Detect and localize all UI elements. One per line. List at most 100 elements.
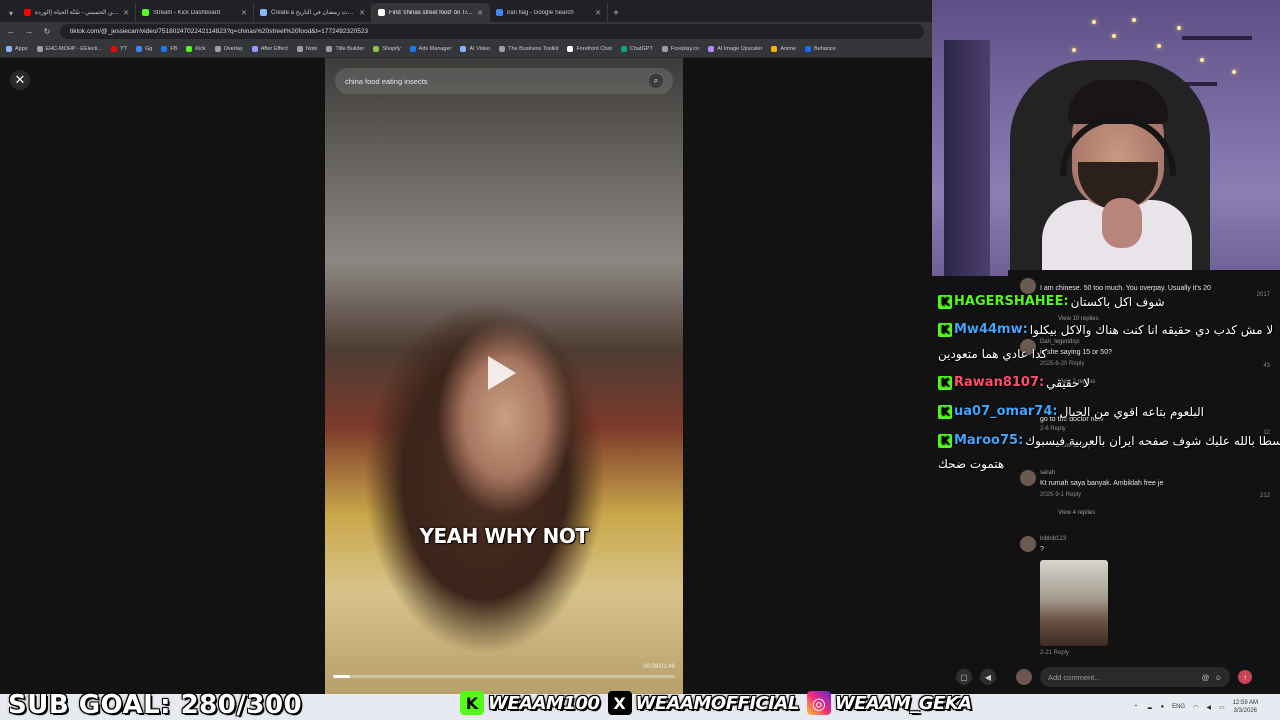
- chat-text-continued: هتموت ضحك: [938, 457, 1005, 471]
- bookmark-ai-upscaler[interactable]: AI Image Upscaler: [708, 46, 762, 52]
- bookmark-label: Anime: [780, 46, 797, 52]
- video-timecode: 00:06/01:49: [643, 664, 675, 670]
- page-icon: [326, 46, 333, 52]
- kick-icon: [186, 46, 193, 52]
- bookmark-label: Forefront Chat: [576, 46, 612, 52]
- forward-icon[interactable]: →: [24, 27, 34, 36]
- screen: ▾ حسين الحسيني - سُنّة الحياة (الوردة...…: [0, 0, 1280, 720]
- bookmark-label: Title Builder: [335, 46, 365, 52]
- address-bar: ← → ↻ tiktok.com/@_jessiecarr/video/7518…: [0, 22, 932, 41]
- close-icon[interactable]: ✕: [359, 9, 365, 17]
- tab-tiktok[interactable]: Find 'chinas street food' on TikTok ✕: [372, 3, 490, 22]
- new-tab-button[interactable]: +: [608, 4, 624, 22]
- close-icon[interactable]: ✕: [123, 9, 129, 17]
- tiktok-page: ✕ china food eating insects ⌕ YEAH WHY N…: [0, 58, 932, 694]
- search-icon[interactable]: ⌕: [649, 74, 663, 88]
- bookmark-overlay[interactable]: Overlay: [214, 46, 243, 52]
- play-icon[interactable]: [488, 356, 516, 390]
- comment-input[interactable]: Add comment... @ ☺: [1040, 667, 1230, 687]
- view-replies[interactable]: View 4 replies: [1058, 510, 1095, 516]
- bookmark-note[interactable]: Note: [296, 46, 317, 52]
- tab-title: Create a ثلاث ثلاثات رمضان في التاريخ: [271, 10, 356, 16]
- google-icon: [496, 9, 503, 16]
- page-icon: [214, 46, 221, 52]
- tab-google-search[interactable]: iran flag - Google Search ✕: [490, 3, 608, 22]
- bookmark-label: After Effect: [260, 46, 288, 52]
- chatgpt-icon: [620, 46, 627, 52]
- fairy-light: [1177, 26, 1181, 30]
- page-icon: [260, 9, 267, 16]
- video-progress-bar[interactable]: [333, 675, 675, 678]
- bookmark-shopify[interactable]: Shopify: [373, 46, 401, 52]
- bookmark-ads-manager[interactable]: Ads Manager: [409, 46, 452, 52]
- streamer: [1042, 80, 1192, 276]
- kick-badge-icon: K: [938, 404, 952, 419]
- bookmark-title-builder[interactable]: Title Builder: [326, 46, 364, 52]
- battery-icon[interactable]: ▭: [1219, 704, 1225, 711]
- close-icon[interactable]: ✕: [595, 9, 601, 17]
- kick-badge-icon: K: [938, 322, 952, 337]
- fairy-light: [1092, 20, 1096, 24]
- clock[interactable]: 12:59 AM 3/3/2026: [1233, 699, 1258, 715]
- bookmark-fb[interactable]: FB: [161, 46, 177, 52]
- comment-meta[interactable]: 2025-9-1 Reply: [1040, 492, 1081, 498]
- mention-icon[interactable]: @: [1202, 673, 1210, 682]
- bookmark-after-effect[interactable]: After Effect: [251, 46, 288, 52]
- save-icon[interactable]: ▢: [956, 669, 972, 685]
- emoji-icon[interactable]: ☺: [1214, 673, 1222, 682]
- reload-icon[interactable]: ↻: [42, 27, 52, 36]
- cloud-icon[interactable]: ☁: [1146, 704, 1152, 711]
- mic-icon[interactable]: ●: [1160, 704, 1164, 710]
- comment-user[interactable]: loblob123: [1040, 536, 1066, 542]
- bookmark-label: Ads Manager: [418, 46, 452, 52]
- bookmark-label: Overlay: [223, 46, 243, 52]
- bookmark-kick[interactable]: Kick: [186, 46, 206, 52]
- tiktok-icon: [378, 9, 385, 16]
- close-icon[interactable]: ✕: [241, 9, 247, 17]
- bookmark-anime[interactable]: Anime: [771, 46, 796, 52]
- tab-youtube[interactable]: حسين الحسيني - سُنّة الحياة (الوردة... ✕: [18, 3, 136, 22]
- chevron-up-icon[interactable]: ⌃: [1133, 704, 1138, 711]
- instagram-handle: WEAAM_GEKA: [834, 692, 972, 714]
- language-indicator[interactable]: ENG: [1172, 704, 1185, 710]
- back-icon[interactable]: ←: [6, 27, 16, 36]
- streamer-hand: [1102, 198, 1142, 248]
- chat-message: K Maroo75: يسطا بالله عليك شوف صفحه ايرا…: [938, 433, 1280, 448]
- tab-create[interactable]: Create a ثلاث ثلاثات رمضان في التاريخ ✕: [254, 3, 372, 22]
- video-player[interactable]: china food eating insects ⌕ YEAH WHY NOT…: [325, 58, 683, 694]
- bookmark-chatgpt[interactable]: ChatGPT: [620, 46, 653, 52]
- bookmark-label: Foreplay.co: [670, 46, 700, 52]
- avatar[interactable]: [1020, 536, 1036, 552]
- post-comment-button[interactable]: ↑: [1238, 670, 1252, 684]
- close-video-button[interactable]: ✕: [10, 70, 30, 90]
- bookmark-business-toolkit[interactable]: The Business Toolkit: [499, 46, 558, 52]
- volume-icon[interactable]: ◀: [980, 669, 996, 685]
- wifi-icon[interactable]: ◠: [1193, 704, 1198, 711]
- bookmark-ai-video[interactable]: AI Video: [460, 46, 490, 52]
- video-search-bar[interactable]: china food eating insects ⌕: [335, 68, 673, 94]
- volume-icon[interactable]: ◀: [1206, 704, 1211, 711]
- comment-image[interactable]: [1040, 560, 1108, 646]
- tab-kick-dashboard[interactable]: Stream - Kick Dashboard ✕: [136, 3, 254, 22]
- after-effects-icon: [251, 46, 258, 52]
- bookmark-foreplay[interactable]: Foreplay.co: [661, 46, 700, 52]
- url-field[interactable]: tiktok.com/@_jessiecarr/video/7518024702…: [60, 24, 924, 39]
- bookmark-label: The Business Toolkit: [508, 46, 559, 52]
- close-icon[interactable]: ✕: [477, 9, 483, 17]
- page-icon: [771, 46, 778, 52]
- bookmark-label: Kick: [195, 46, 206, 52]
- bookmark-ehc[interactable]: EHC-MOHP - EElecti...: [36, 46, 102, 52]
- bookmark-yt[interactable]: YT: [110, 46, 127, 52]
- bookmark-apps[interactable]: Apps: [6, 46, 28, 52]
- bookmark-gg[interactable]: Gg: [136, 46, 152, 52]
- comment-placeholder: Add comment...: [1048, 672, 1101, 682]
- fairy-light: [1200, 58, 1204, 62]
- tab-search-icon[interactable]: ▾: [4, 4, 18, 22]
- bookmark-forefront-chat[interactable]: Forefront Chat: [567, 46, 612, 52]
- bookmark-behance[interactable]: Behance: [805, 46, 836, 52]
- x-handle: WEAAMOFFICIAL: [635, 692, 800, 714]
- comment-meta[interactable]: 2-21 Reply: [1040, 650, 1069, 656]
- like-count[interactable]: 212: [1260, 493, 1270, 499]
- page-icon: [296, 46, 303, 52]
- bookmarks-bar: Apps EHC-MOHP - EElecti... YT Gg FB Kick…: [0, 41, 932, 58]
